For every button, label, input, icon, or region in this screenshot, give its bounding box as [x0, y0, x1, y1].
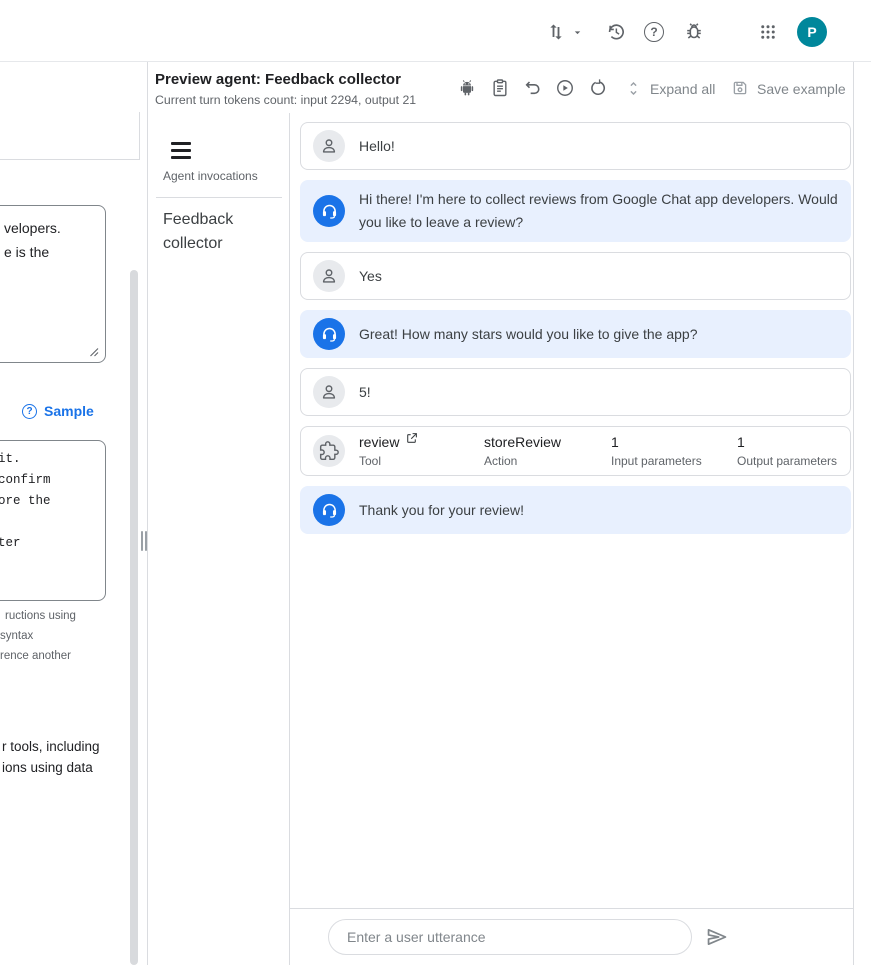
user-message-card: Hello! [300, 122, 851, 170]
help-icon[interactable]: ? [644, 22, 664, 42]
left-panel: velopers. e is the ? Sample it. , confir… [0, 62, 147, 965]
dropdown-caret-icon[interactable] [571, 26, 584, 39]
external-link-icon[interactable] [405, 432, 418, 445]
agent-invocations-panel: Agent invocations Feedback collector [148, 62, 289, 965]
instructions-text: velopers. e is the [4, 216, 105, 264]
message-list: Hello! Hi there! I'm here to collect rev… [290, 113, 853, 908]
nav-divider [156, 197, 282, 198]
chat-input-bar [290, 908, 853, 965]
person-icon [313, 260, 345, 292]
input-parameters-label: Input parameters [611, 454, 723, 468]
expand-all-button[interactable]: Expand all [650, 81, 715, 97]
utterance-input[interactable] [345, 928, 675, 946]
prompt-text: it. , confirm tore the ater [0, 449, 105, 554]
save-icon[interactable] [731, 79, 751, 99]
headset-icon [313, 318, 345, 350]
chevron-down-icon[interactable] [851, 440, 853, 462]
apps-grid-icon[interactable] [759, 23, 777, 41]
unfold-icon[interactable] [625, 80, 645, 100]
helper-line: ructions using [0, 606, 76, 626]
sample-label: Sample [44, 403, 94, 419]
person-icon [313, 376, 345, 408]
save-example-button[interactable]: Save example [757, 81, 846, 97]
sort-icon[interactable] [546, 22, 566, 42]
tokens-subtitle: Current turn tokens count: input 2294, o… [155, 93, 416, 107]
nav-item-feedback-collector[interactable]: Feedback collector [163, 208, 269, 256]
input-parameters-count: 1 [611, 434, 619, 450]
person-icon [313, 130, 345, 162]
play-circle-icon[interactable] [555, 78, 575, 98]
output-parameters-count: 1 [737, 434, 745, 450]
tool-label: Tool [359, 454, 470, 468]
left-panel-scrollbar[interactable] [130, 270, 138, 965]
agent-message-card: Hi there! I'm here to collect reviews fr… [300, 180, 851, 242]
utterance-input-pill [328, 919, 692, 955]
output-parameters-label: Output parameters [737, 454, 837, 468]
helper-line: syntax [0, 626, 76, 646]
send-icon[interactable] [704, 924, 730, 950]
bug-report-icon[interactable] [683, 21, 705, 43]
restart-icon[interactable] [588, 78, 608, 98]
tool-invocation-card[interactable]: review Tool storeReview Action 1 Input p… [300, 426, 851, 476]
user-message-card: Yes [300, 252, 851, 300]
helper-text: ructions using syntax rence another [0, 606, 76, 666]
sample-help-icon: ? [22, 404, 37, 419]
message-text: Yes [359, 265, 382, 288]
tool-name: review [359, 434, 399, 450]
right-edge-divider [853, 62, 854, 965]
agent-invocations-label: Agent invocations [163, 169, 258, 183]
message-text: Thank you for your review! [359, 499, 524, 522]
user-message-card: 5! [300, 368, 851, 416]
left-panel-header-divider [0, 159, 139, 160]
left-panel-corner-line [139, 112, 140, 160]
page-title: Preview agent: Feedback collector [155, 71, 401, 88]
app-screen: ? P velopers. e is the [0, 0, 871, 978]
chat-panel: Hello! Hi there! I'm here to collect rev… [290, 113, 853, 965]
message-text: 5! [359, 381, 371, 404]
android-icon[interactable] [457, 78, 477, 98]
prompt-textarea[interactable]: it. , confirm tore the ater [0, 440, 106, 601]
resize-handle-icon[interactable] [89, 347, 99, 357]
undo-icon[interactable] [523, 78, 543, 98]
preview-header: Preview agent: Feedback collector Curren… [148, 62, 853, 113]
message-text: Hello! [359, 135, 395, 158]
history-icon[interactable] [605, 21, 627, 43]
agent-message-card: Thank you for your review! [300, 486, 851, 534]
sample-link[interactable]: ? Sample [22, 403, 94, 419]
headset-icon [313, 195, 345, 227]
menu-icon[interactable] [171, 142, 191, 159]
topbar: ? P [0, 0, 871, 62]
agent-message-card: Great! How many stars would you like to … [300, 310, 851, 358]
action-label: Action [484, 454, 597, 468]
instructions-textarea[interactable]: velopers. e is the [0, 205, 106, 363]
note-text: r tools, including ions using data [2, 736, 100, 778]
headset-icon [313, 494, 345, 526]
message-text: Great! How many stars would you like to … [359, 323, 698, 346]
message-text: Hi there! I'm here to collect reviews fr… [359, 188, 842, 234]
user-avatar[interactable]: P [797, 17, 827, 47]
action-name: storeReview [484, 434, 561, 450]
helper-line: rence another [0, 646, 76, 666]
clipboard-icon[interactable] [490, 78, 510, 98]
puzzle-icon [313, 435, 345, 467]
